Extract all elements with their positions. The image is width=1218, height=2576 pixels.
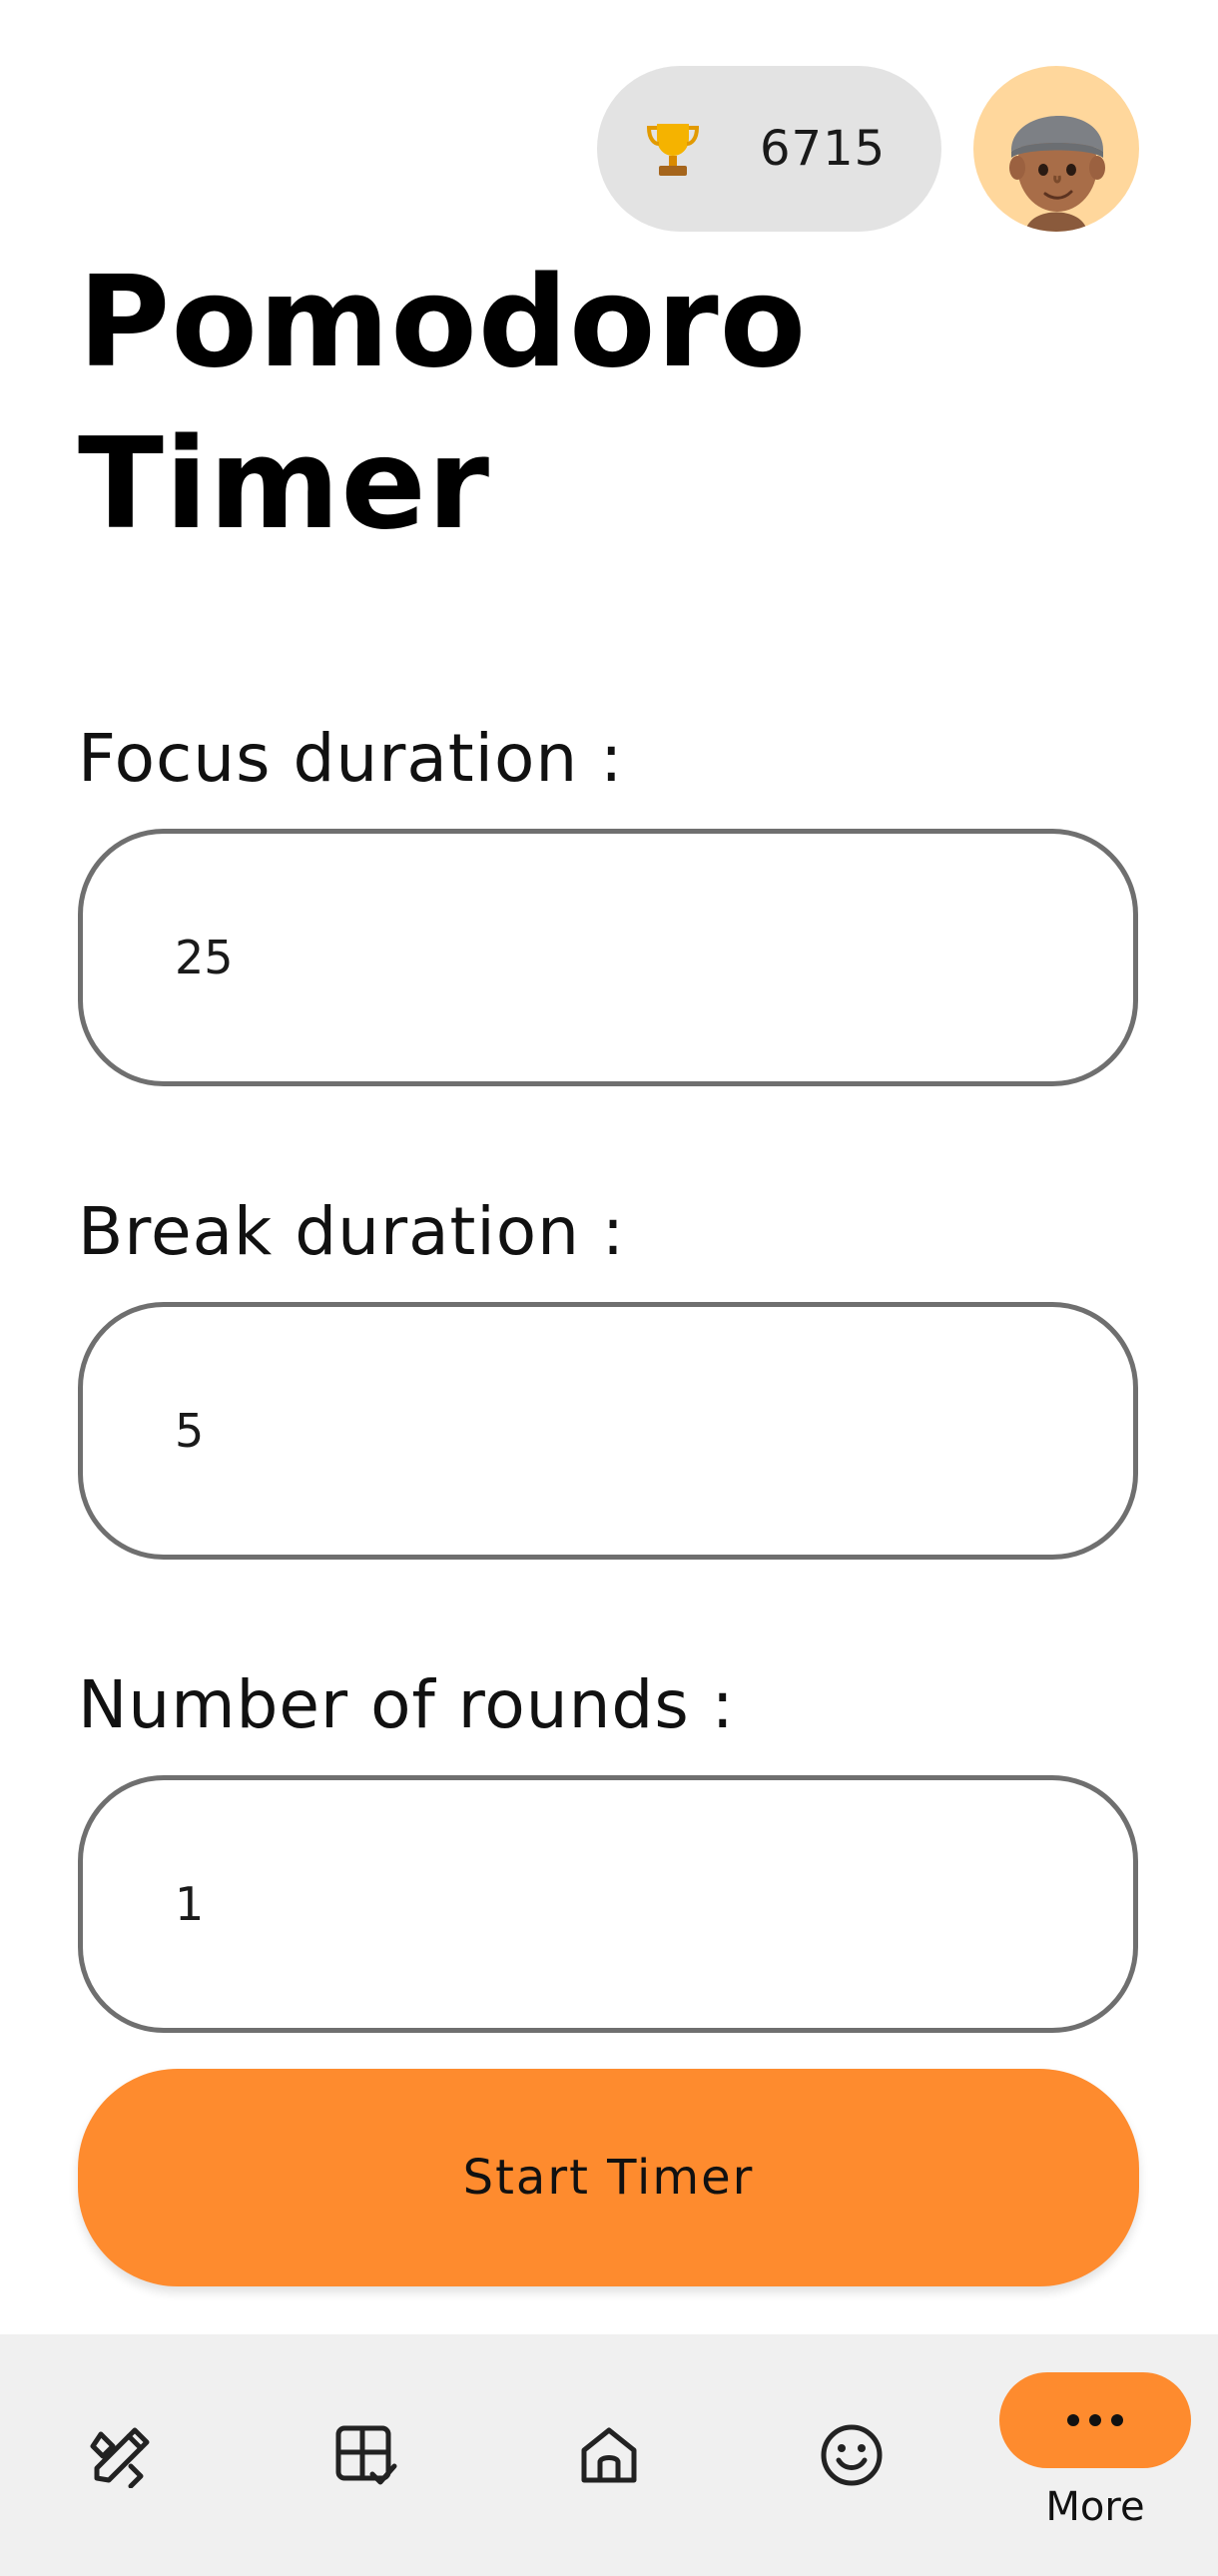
nav-item-mood[interactable] xyxy=(772,2334,931,2576)
avatar[interactable] xyxy=(973,66,1139,232)
page-title-line-1: Pomodoro xyxy=(78,249,808,395)
break-duration-input[interactable] xyxy=(175,1307,1073,1555)
start-timer-button[interactable]: Start Timer xyxy=(78,2069,1139,2286)
focus-duration-label: Focus duration : xyxy=(78,720,624,797)
avatar-face-icon xyxy=(1009,115,1105,232)
nav-item-tools[interactable] xyxy=(42,2334,202,2576)
page-title-line-2: Timer xyxy=(78,410,491,557)
focus-duration-field[interactable] xyxy=(78,829,1138,1086)
tasks-icon xyxy=(335,2425,397,2485)
more-dots-icon xyxy=(1067,2414,1123,2426)
home-icon xyxy=(581,2427,637,2483)
nav-item-tasks[interactable] xyxy=(286,2334,445,2576)
nav-item-more[interactable] xyxy=(999,2372,1191,2468)
trophy-icon xyxy=(645,120,701,180)
score-value: 6715 xyxy=(760,121,887,177)
break-duration-label: Break duration : xyxy=(78,1193,626,1270)
nav-item-home[interactable] xyxy=(529,2334,689,2576)
rounds-field[interactable] xyxy=(78,1775,1138,2033)
bottom-nav: More xyxy=(0,2334,1218,2576)
break-duration-field[interactable] xyxy=(78,1302,1138,1560)
pomodoro-screen: 6715 Pomodoro Timer Focus duration: 25 … xyxy=(0,0,1218,2576)
page-title: Pomodoro Timer xyxy=(78,242,976,565)
tools-icon xyxy=(90,2427,150,2488)
focus-duration-input[interactable] xyxy=(175,834,1073,1081)
rounds-input[interactable] xyxy=(175,1780,1073,2028)
nav-item-more-label: More xyxy=(1045,2484,1145,2530)
score-badge[interactable]: 6715 xyxy=(597,66,941,232)
rounds-label: Number of rounds : xyxy=(78,1666,735,1743)
smiley-icon xyxy=(821,2424,883,2486)
